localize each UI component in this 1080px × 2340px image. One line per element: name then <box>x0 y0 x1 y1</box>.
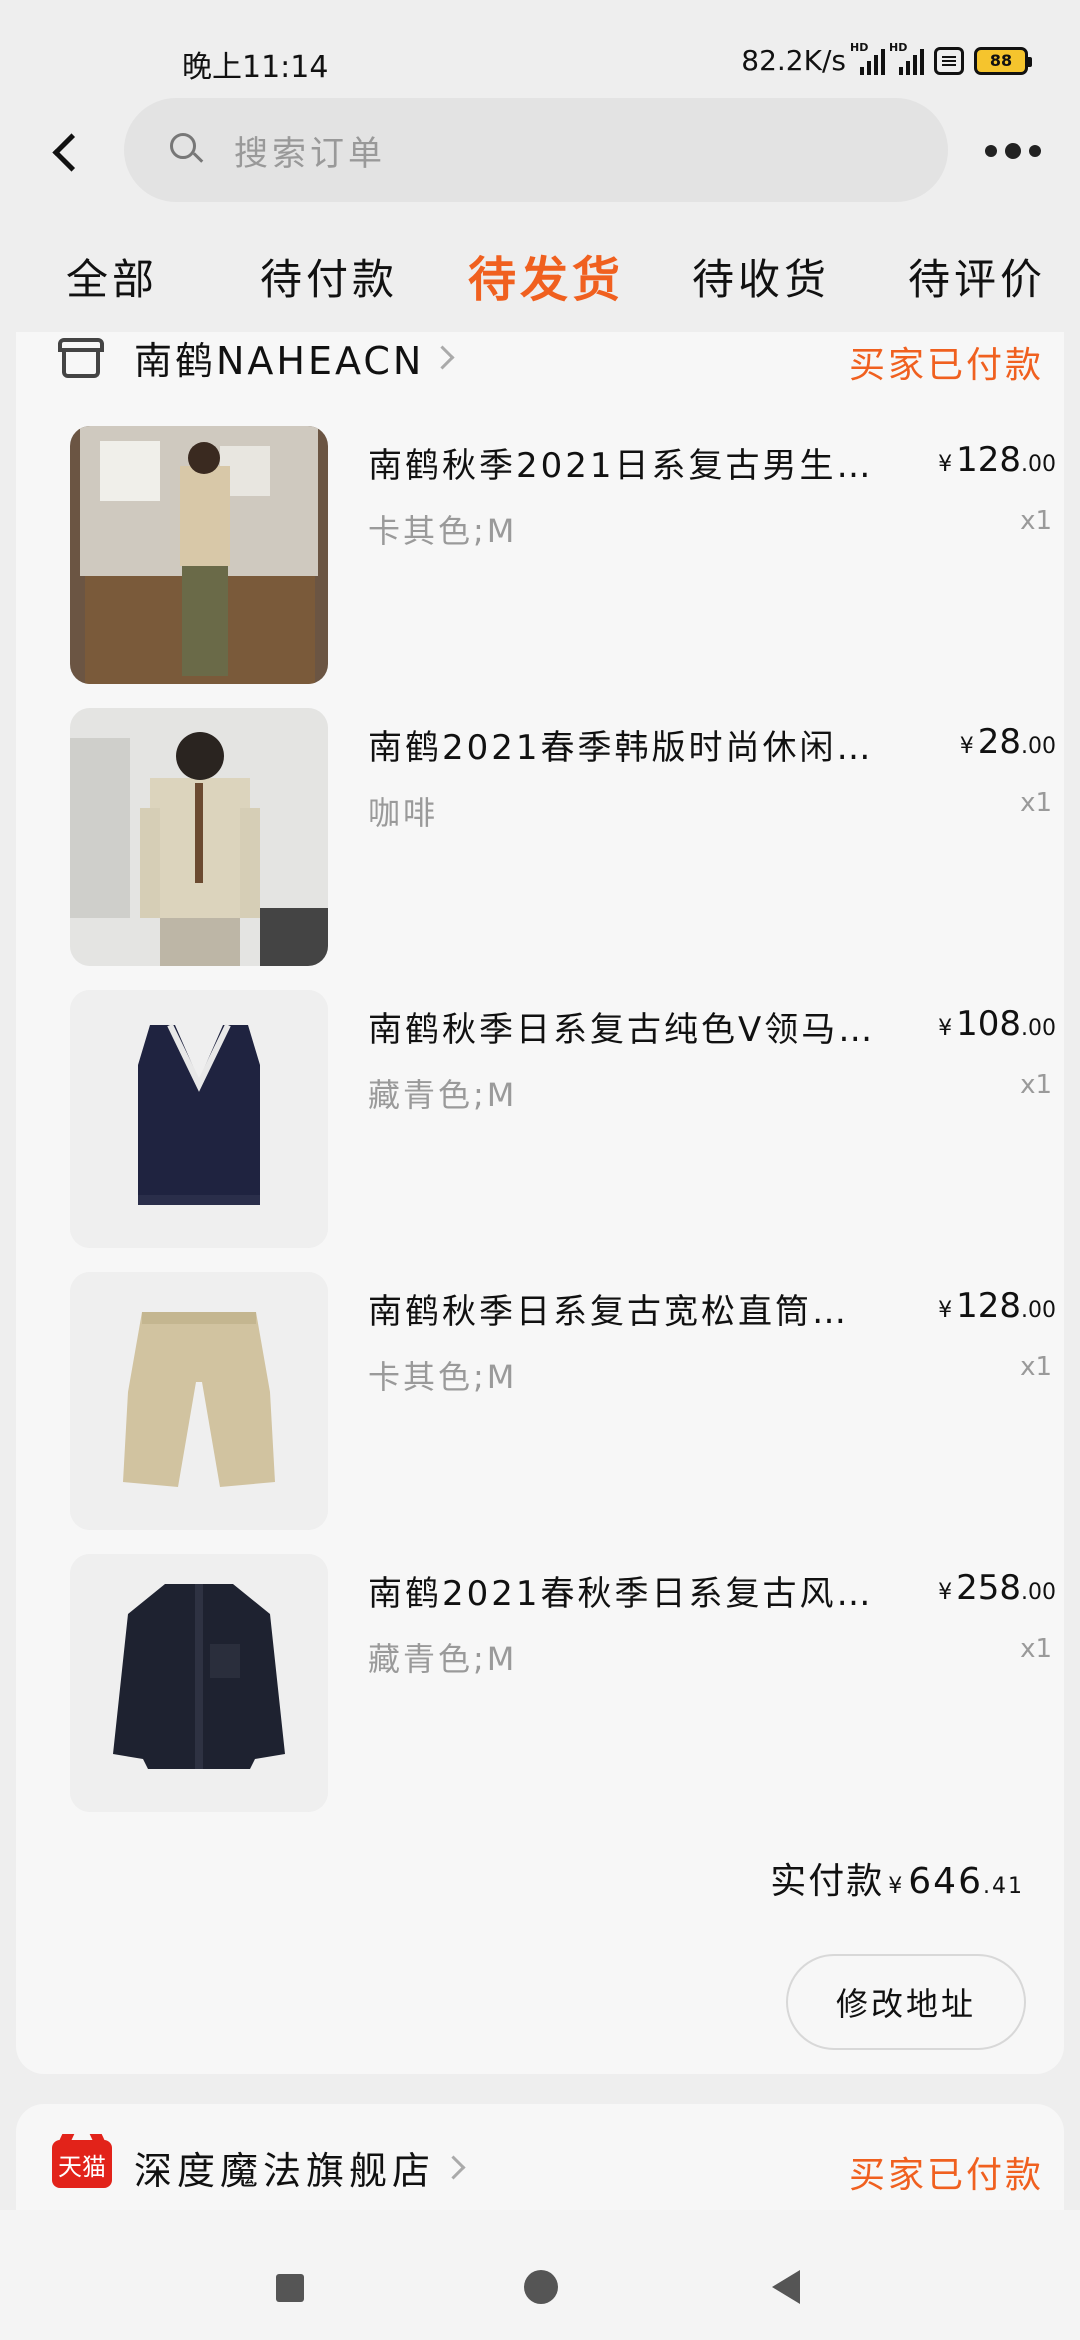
product-title[interactable]: 南鹤秋季2021日系复古男生… <box>368 438 888 487</box>
product-sku: 藏青色;M <box>368 1640 518 1678</box>
order-total: 实付款 ¥646.41 <box>770 1861 1024 1902</box>
product-qty: x1 <box>1020 1352 1052 1382</box>
order-item[interactable]: 南鹤秋季日系复古宽松直筒… ¥128.00 卡其色;M x1 <box>52 1272 1056 1532</box>
product-sku: 藏青色;M <box>368 1076 518 1114</box>
back-triangle-icon[interactable] <box>772 2270 800 2304</box>
tmall-badge-icon: 天猫 <box>52 2140 112 2188</box>
more-options-icon[interactable] <box>985 138 1045 164</box>
order-item[interactable]: 南鹤秋季日系复古纯色V领马… ¥108.00 藏青色;M x1 <box>52 990 1056 1250</box>
tab-all[interactable]: 全部 <box>66 246 158 307</box>
next-shop-name[interactable]: 深度魔法旗舰店 <box>134 2140 435 2195</box>
product-sku: 卡其色;M <box>368 512 518 550</box>
order-card[interactable]: 南鹤NAHEACN 买家已付款 南鹤秋季2021日系复古男生… ¥128.00 … <box>16 332 1064 2074</box>
status-bar: 晚上11:14 82.2K/s HD HD 88 <box>0 0 1080 100</box>
wifi-icon <box>934 46 964 75</box>
product-title[interactable]: 南鹤2021春季韩版时尚休闲日… <box>368 720 888 769</box>
next-shop-header[interactable]: 深度魔法旗舰店 <box>134 2140 466 2195</box>
total-amount: 646 <box>908 1861 983 1902</box>
order-item[interactable]: 南鹤秋季2021日系复古男生… ¥128.00 卡其色;M x1 <box>52 426 1056 686</box>
product-price: ¥28.00 <box>959 722 1056 762</box>
order-tabs: 全部 待付款 待发货 待收货 待评价 <box>0 246 1080 316</box>
product-qty: x1 <box>1020 1634 1052 1664</box>
product-title[interactable]: 南鹤2021春秋季日系复古风… <box>368 1566 888 1615</box>
tab-pending-shipment[interactable]: 待发货 <box>468 240 624 310</box>
network-speed: 82.2K/s <box>741 44 846 77</box>
tab-pending-payment[interactable]: 待付款 <box>260 246 398 307</box>
status-time: 晚上11:14 <box>182 50 329 85</box>
signal-icon: HD <box>850 41 885 75</box>
home-icon[interactable] <box>524 2270 558 2304</box>
order-item[interactable]: 南鹤2021春秋季日系复古风… ¥258.00 藏青色;M x1 <box>52 1554 1056 1814</box>
product-image[interactable] <box>70 708 328 966</box>
product-title[interactable]: 南鹤秋季日系复古宽松直筒… <box>368 1284 888 1333</box>
product-price: ¥128.00 <box>938 1286 1056 1326</box>
next-order-status: 买家已付款 <box>848 2155 1044 2196</box>
product-qty: x1 <box>1020 1070 1052 1100</box>
product-image[interactable] <box>70 1272 328 1530</box>
order-item[interactable]: 南鹤2021春季韩版时尚休闲日… ¥28.00 咖啡 x1 <box>52 708 1056 968</box>
tab-pending-receipt[interactable]: 待收货 <box>692 246 830 307</box>
chevron-right-icon <box>441 2155 466 2180</box>
shop-name[interactable]: 南鹤NAHEACN <box>134 330 424 385</box>
search-input[interactable]: 搜索订单 <box>234 126 386 175</box>
back-button[interactable] <box>48 124 88 180</box>
recents-icon[interactable] <box>276 2274 304 2302</box>
product-sku: 咖啡 <box>368 794 439 832</box>
store-icon <box>56 334 106 380</box>
hd-tag: HD <box>850 40 869 54</box>
product-image[interactable] <box>70 426 328 684</box>
total-label: 实付款 <box>770 1861 885 1902</box>
product-title[interactable]: 南鹤秋季日系复古纯色V领马… <box>368 1002 888 1051</box>
product-image[interactable] <box>70 1554 328 1812</box>
product-image[interactable] <box>70 990 328 1248</box>
status-icons: 82.2K/s HD HD 88 <box>741 41 1032 77</box>
product-sku: 卡其色;M <box>368 1358 518 1396</box>
battery-icon: 88 <box>974 46 1032 75</box>
order-status: 买家已付款 <box>848 345 1044 386</box>
search-icon <box>170 133 204 167</box>
product-price: ¥108.00 <box>938 1004 1056 1044</box>
product-price: ¥258.00 <box>938 1568 1056 1608</box>
tab-pending-review[interactable]: 待评价 <box>908 246 1046 307</box>
search-bar[interactable]: 搜索订单 <box>124 98 948 202</box>
product-price: ¥128.00 <box>938 440 1056 480</box>
chevron-right-icon <box>430 344 455 370</box>
modify-address-button[interactable]: 修改地址 <box>786 1954 1026 2050</box>
product-qty: x1 <box>1020 788 1052 818</box>
product-qty: x1 <box>1020 506 1052 536</box>
system-navigation-bar <box>0 2210 1080 2340</box>
hd-tag-2: HD <box>889 40 908 54</box>
signal-icon-2: HD <box>889 41 924 75</box>
